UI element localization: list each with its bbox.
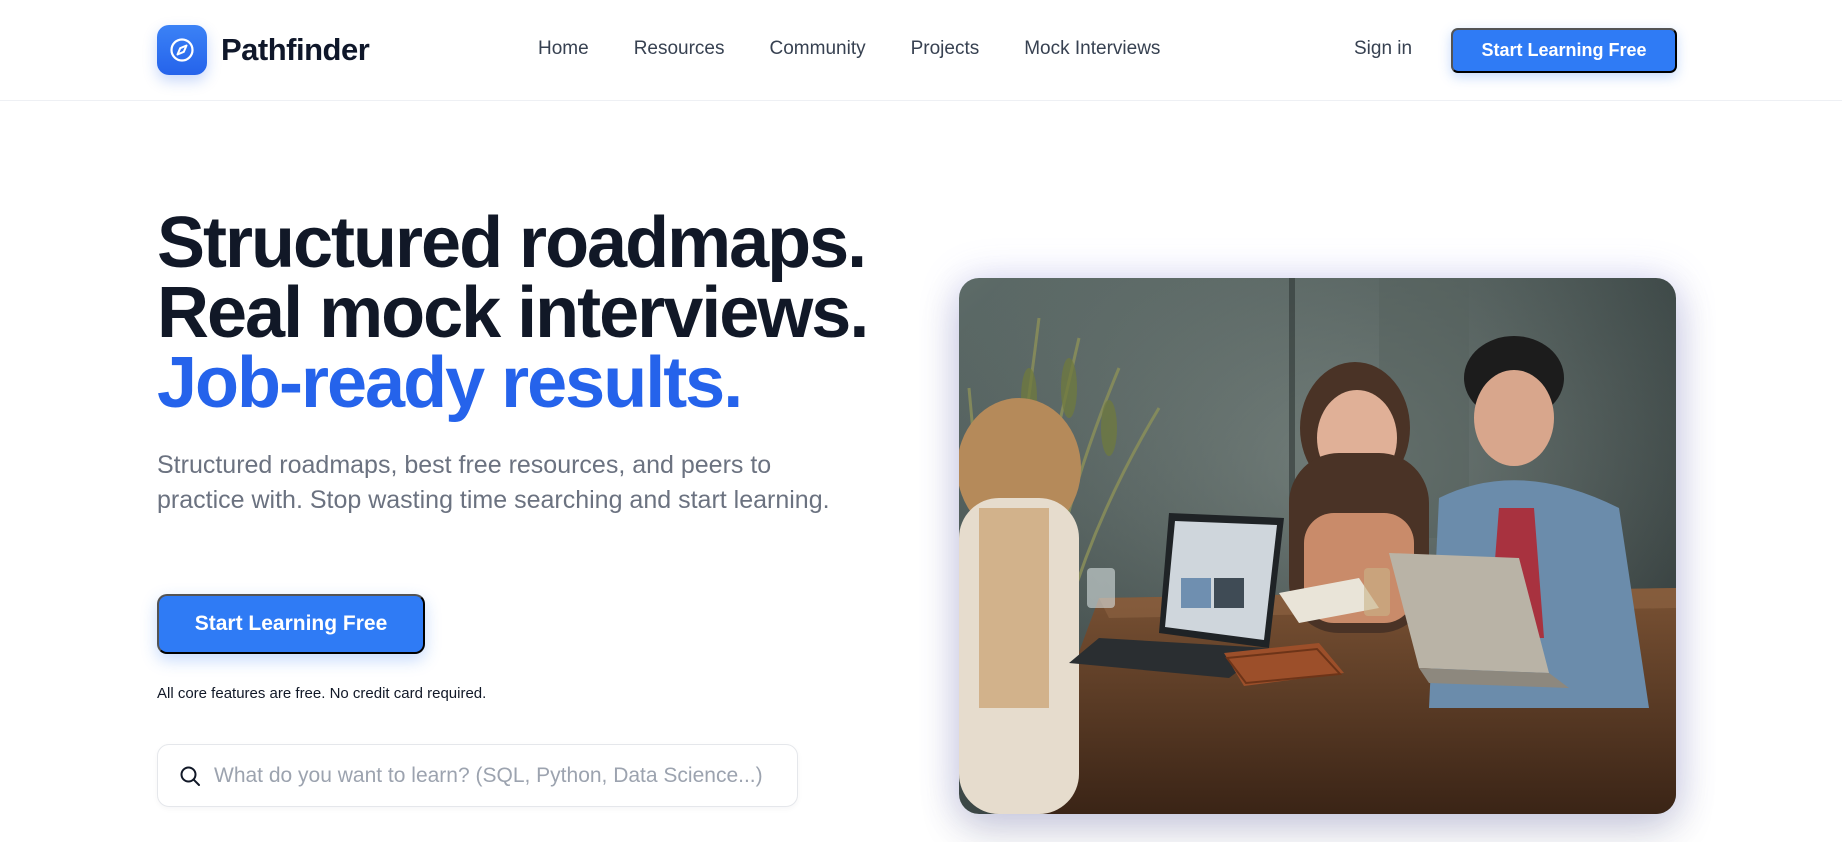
nav-link-projects[interactable]: Projects (911, 38, 980, 60)
brand-logo[interactable]: Pathfinder (157, 25, 370, 75)
nav-link-resources[interactable]: Resources (634, 38, 725, 60)
start-learning-free-button-header[interactable]: Start Learning Free (1451, 28, 1677, 73)
learn-search-box[interactable] (157, 744, 798, 807)
hero-title-line-2: Real mock interviews. (157, 273, 869, 353)
sign-in-link[interactable]: Sign in (1354, 38, 1412, 60)
main-nav: Home Resources Community Projects Mock I… (538, 38, 1205, 60)
compass-icon (157, 25, 207, 75)
free-features-note: All core features are free. No credit ca… (157, 685, 487, 702)
hero-title-line-3: Job-ready results. (157, 343, 743, 423)
search-input[interactable] (214, 763, 797, 788)
nav-link-home[interactable]: Home (538, 38, 589, 60)
search-icon (180, 766, 200, 786)
brand-name: Pathfinder (221, 32, 370, 67)
hero-title-line-1: Structured roadmaps. (157, 203, 867, 283)
hero-photo-illustration (959, 278, 1676, 814)
nav-link-mock-interviews[interactable]: Mock Interviews (1024, 38, 1160, 60)
hero-photo (959, 278, 1676, 814)
hero-title: Structured roadmaps. Real mock interview… (157, 203, 917, 423)
top-navbar: Pathfinder Home Resources Community Proj… (0, 0, 1842, 101)
hero-subtitle: Structured roadmaps, best free resources… (157, 451, 830, 514)
nav-link-community[interactable]: Community (770, 38, 866, 60)
start-learning-free-button[interactable]: Start Learning Free (157, 594, 425, 654)
